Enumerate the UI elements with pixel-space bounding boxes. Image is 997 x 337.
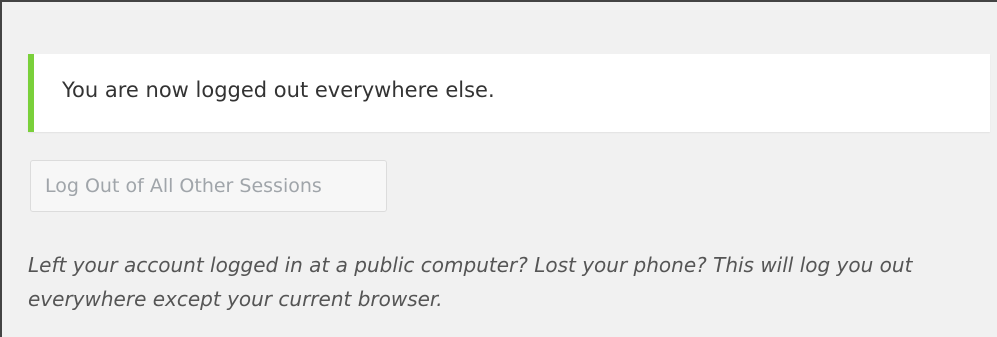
sessions-description: Left your account logged in at a public … [28,253,913,311]
notice-message: You are now logged out everywhere else. [62,78,495,102]
success-notice: You are now logged out everywhere else. [28,54,990,132]
settings-panel: You are now logged out everywhere else. … [0,0,997,337]
log-out-other-sessions-button[interactable]: Log Out of All Other Sessions [30,160,387,212]
